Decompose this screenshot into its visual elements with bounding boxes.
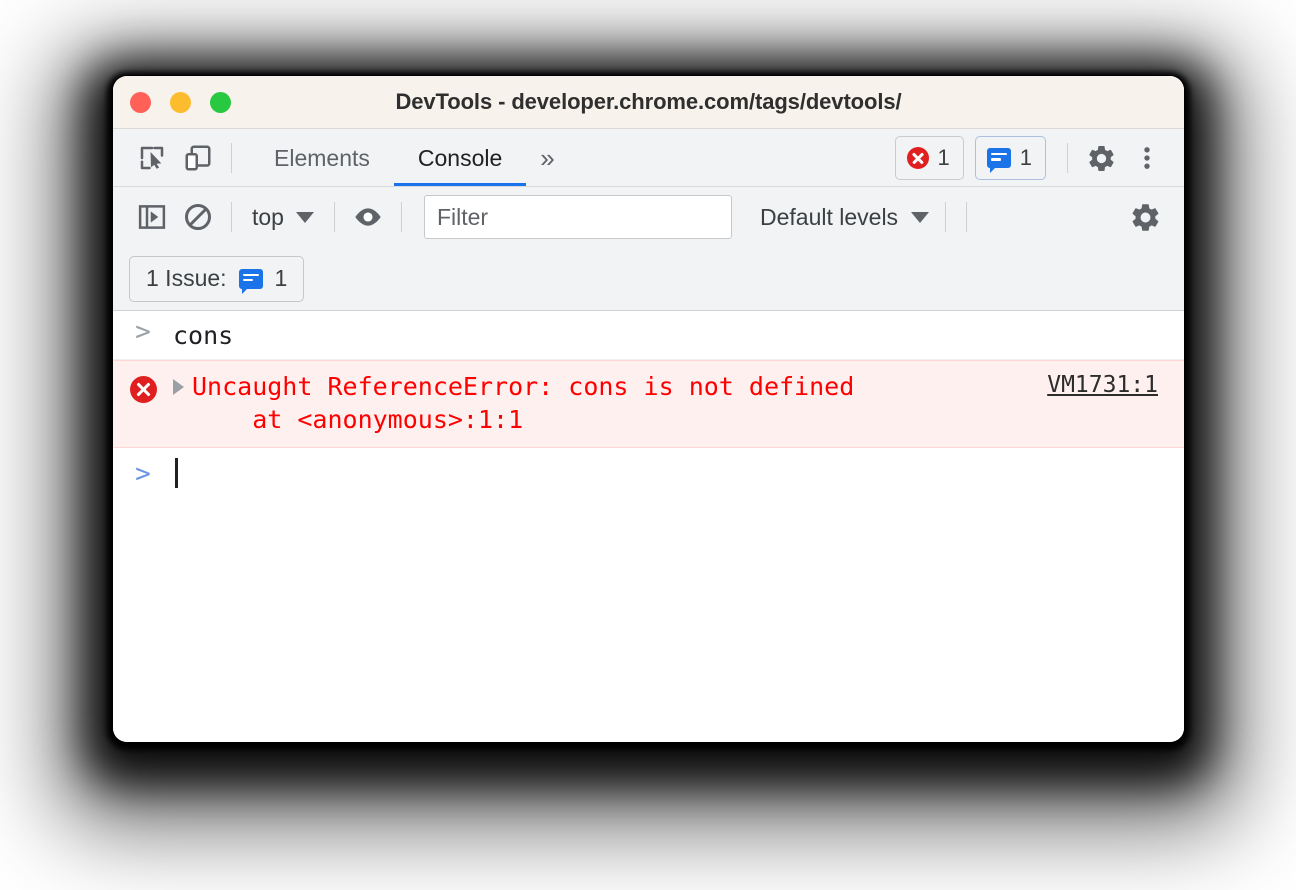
console-sidebar-toggle-button[interactable]	[129, 194, 175, 240]
console-input-text: cons	[173, 321, 234, 350]
tab-console-label: Console	[417, 144, 503, 171]
console-error-text: Uncaught ReferenceError: cons is not def…	[192, 371, 855, 434]
devtools-tabbar: Elements Console » 1 1	[113, 129, 1184, 187]
console-toolbar: top Filter Default levels	[113, 187, 1184, 247]
console-toolbar-divider-2	[333, 202, 335, 232]
execution-context-selector[interactable]: top	[242, 196, 324, 238]
console-filter-placeholder: Filter	[436, 203, 489, 230]
error-count-label: 1	[937, 145, 950, 170]
log-level-selector[interactable]: Default levels	[754, 196, 935, 238]
screenshot-stage: DevTools - developer.chrome.com/tags/dev…	[0, 0, 1296, 890]
kebab-menu-icon	[1133, 144, 1161, 172]
devtools-settings-button[interactable]	[1078, 135, 1124, 181]
window-titlebar: DevTools - developer.chrome.com/tags/dev…	[113, 76, 1184, 129]
message-bubble-icon	[986, 148, 1011, 173]
devtools-window: DevTools - developer.chrome.com/tags/dev…	[113, 76, 1184, 742]
gear-icon	[1086, 143, 1117, 174]
inspect-element-button[interactable]	[129, 135, 175, 181]
console-toolbar-divider-3	[400, 202, 402, 232]
live-expression-eye-icon	[352, 201, 384, 233]
tabbar-right-divider	[1067, 143, 1068, 173]
chevron-down-icon	[295, 211, 314, 223]
console-entry-gutter: >	[113, 317, 173, 345]
execution-context-label: top	[252, 203, 284, 230]
issues-button[interactable]: 1 Issue: 1	[129, 255, 305, 302]
console-input-entry[interactable]: > cons	[113, 311, 1184, 360]
tabbar-right-controls: 1 1	[894, 135, 1185, 181]
message-bubble-lines	[990, 153, 1007, 164]
console-toolbar-divider-5	[966, 202, 968, 232]
expand-error-triangle-icon[interactable]	[173, 378, 184, 395]
console-error-entry[interactable]: Uncaught ReferenceError: cons is not def…	[113, 359, 1184, 449]
input-chevron-icon: >	[135, 317, 151, 347]
tab-console[interactable]: Console	[393, 129, 527, 187]
tabbar-divider	[231, 143, 232, 173]
issues-bar: 1 Issue: 1	[113, 247, 1184, 311]
device-toolbar-icon	[183, 143, 213, 173]
message-bubble-lines	[242, 273, 259, 285]
tab-elements-label: Elements	[274, 144, 370, 171]
toggle-device-toolbar-button[interactable]	[175, 135, 221, 181]
console-error-source-link[interactable]: VM1731:1	[1047, 370, 1184, 398]
live-expression-button[interactable]	[345, 194, 391, 240]
console-error-gutter	[113, 370, 173, 403]
traffic-lights	[130, 76, 231, 128]
devtools-more-options-button[interactable]	[1124, 135, 1170, 181]
console-sidebar-icon	[137, 202, 167, 232]
window-title: DevTools - developer.chrome.com/tags/dev…	[395, 89, 902, 114]
message-count-label: 1	[1019, 145, 1032, 170]
close-window-button[interactable]	[130, 91, 151, 113]
console-toolbar-divider-4	[945, 202, 947, 232]
message-count-badge[interactable]: 1	[974, 136, 1046, 180]
more-tabs-button[interactable]: »	[526, 129, 566, 187]
console-error-body: Uncaught ReferenceError: cons is not def…	[192, 370, 1184, 437]
minimize-window-button[interactable]	[170, 91, 191, 113]
clear-console-icon	[183, 202, 213, 232]
console-prompt-gutter: >	[113, 459, 173, 487]
clear-console-button[interactable]	[175, 194, 221, 240]
error-count-badge[interactable]: 1	[894, 136, 964, 180]
console-filter-input[interactable]: Filter	[423, 195, 732, 239]
console-settings-button[interactable]	[1122, 194, 1168, 240]
log-level-label: Default levels	[759, 203, 899, 230]
inspect-element-icon	[137, 143, 167, 173]
prompt-chevron-icon: >	[135, 459, 151, 490]
maximize-window-button[interactable]	[210, 91, 231, 113]
chevron-down-icon	[911, 211, 930, 223]
error-circle-icon	[129, 375, 157, 403]
message-bubble-icon	[238, 268, 263, 294]
console-prompt-row[interactable]: >	[113, 448, 1184, 498]
panel-tabs: Elements Console »	[250, 129, 567, 187]
console-toolbar-right	[1122, 194, 1184, 240]
tab-elements[interactable]: Elements	[250, 129, 394, 187]
console-message-list[interactable]: > cons Uncaught ReferenceError: cons is …	[113, 311, 1184, 742]
text-caret	[175, 458, 178, 489]
gear-icon	[1129, 201, 1162, 234]
issues-label: 1 Issue:	[146, 265, 227, 291]
error-circle-icon	[906, 147, 929, 169]
console-toolbar-divider-1	[231, 202, 232, 232]
issues-count: 1	[274, 265, 288, 291]
